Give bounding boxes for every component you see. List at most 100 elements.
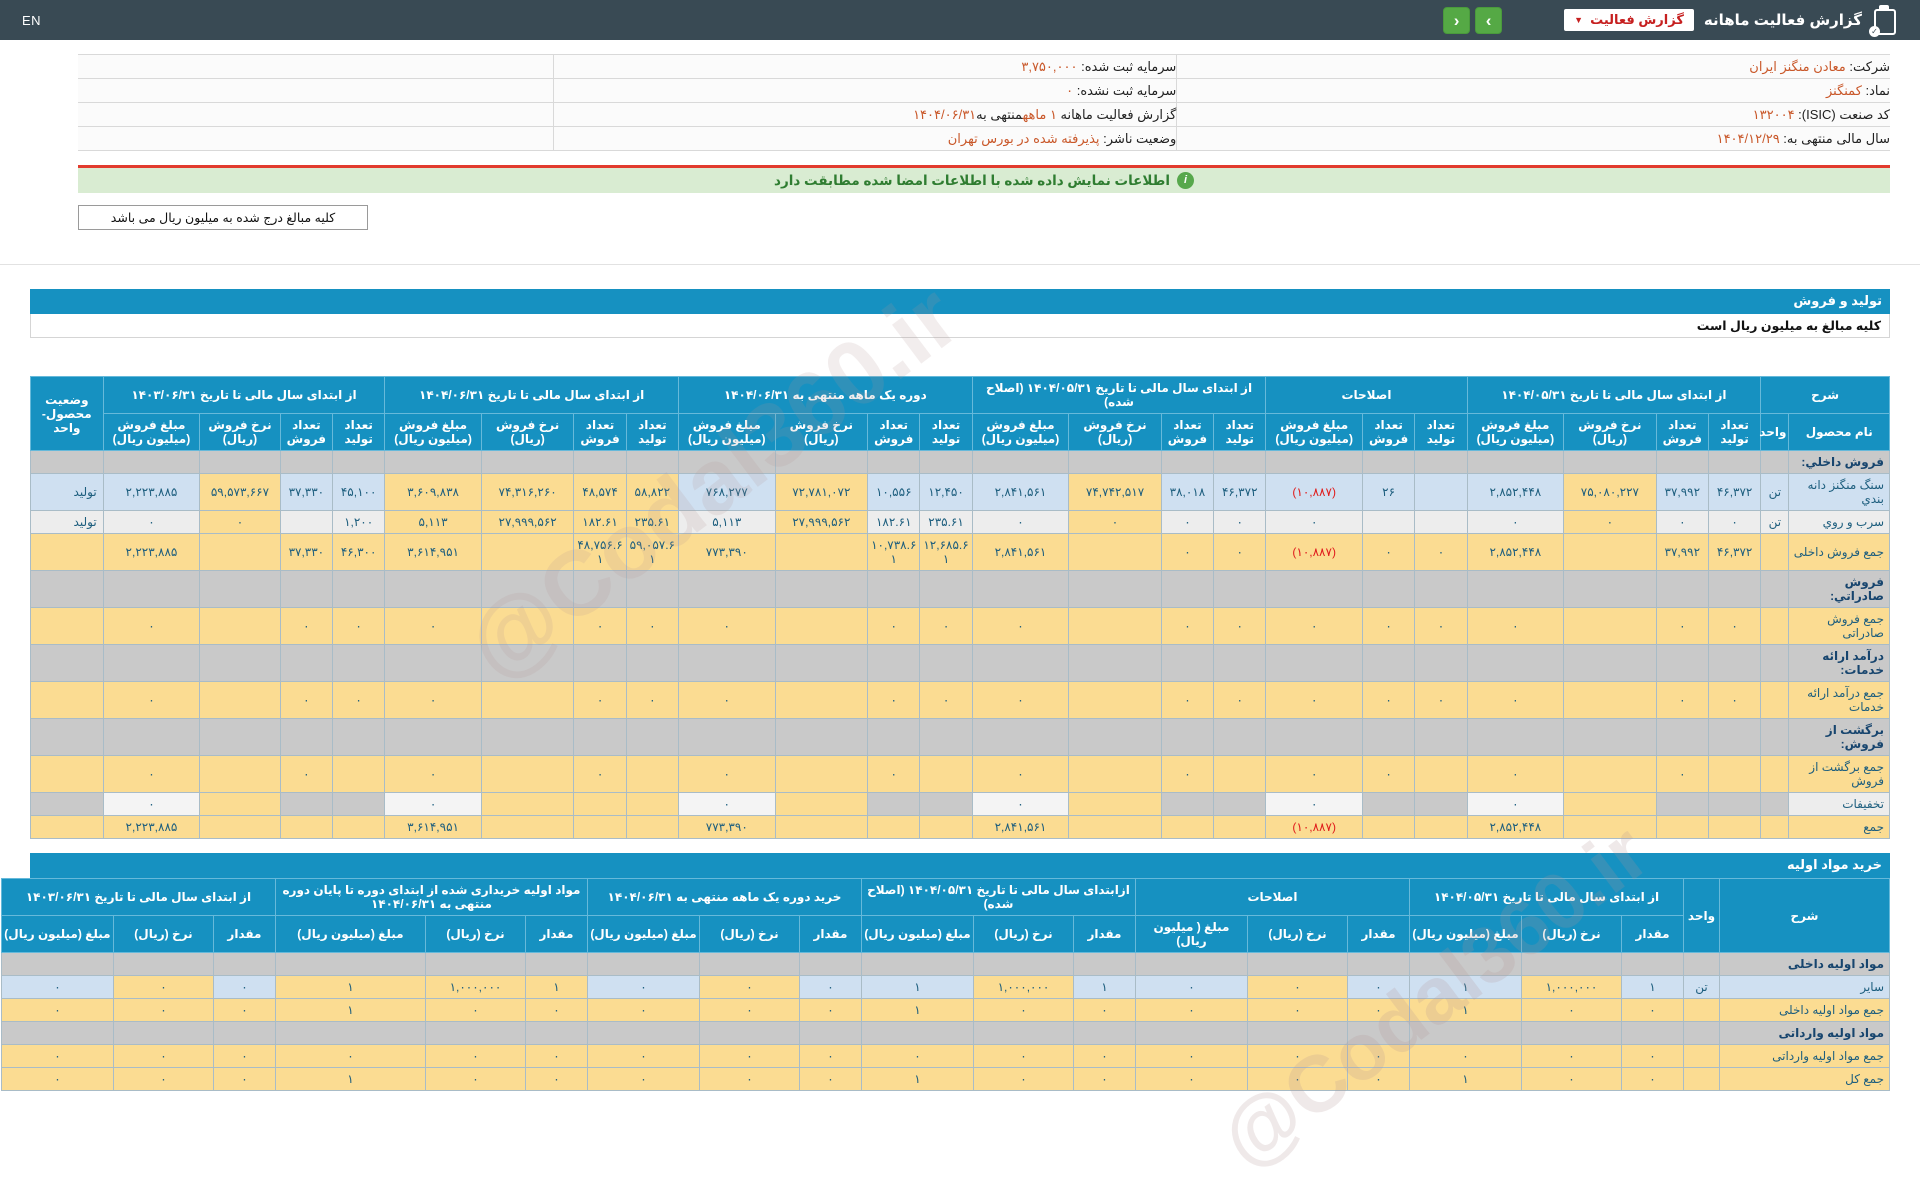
value-cell: ۰ [113,1045,213,1068]
info-value: کمنگنز [1826,83,1862,98]
value-cell: ۰ [1622,999,1684,1022]
value-cell [1564,816,1657,839]
value-cell [1415,645,1467,682]
value-cell: ۰ [1266,511,1363,534]
page-title: گزارش فعالیت ماهانه [1704,11,1862,29]
value-cell [385,451,482,474]
value-cell [775,645,868,682]
value-cell: ۱ [1410,999,1522,1022]
value-cell: ۰ [280,608,332,645]
value-cell [481,793,574,816]
language-switch-en[interactable]: EN [22,13,41,28]
value-cell: ۰ [972,608,1069,645]
amounts-unit-button[interactable]: کلیه مبالغ درج شده به میلیون ریال می باش… [78,205,368,230]
row-label: جمع برگشت از فروش [1789,756,1890,793]
column-group-header: مواد اولیه خریداری شده از ابتدای دوره تا… [275,879,587,916]
unit-cell [1684,953,1720,976]
column-header: مبلغ (میلیون ریال) [861,916,973,953]
value-cell: ۲۳۵.۶۱ [626,511,678,534]
unit-cell [1684,999,1720,1022]
value-cell [1161,571,1213,608]
value-cell [113,953,213,976]
report-type-dropdown[interactable]: گزارش فعالیت ▼ [1564,9,1694,31]
column-header: وضعیت محصول-واحد [31,377,104,451]
value-cell [1214,816,1266,839]
value-cell: ۰ [678,608,775,645]
value-cell [678,719,775,756]
value-cell: ۰ [1073,1068,1135,1091]
info-label: گزارش فعالیت ماهانه [1057,107,1176,122]
previous-report-button[interactable]: ‹ [1443,7,1470,34]
value-cell: ۱ [861,1068,973,1091]
value-cell [1415,816,1467,839]
value-cell [574,719,626,756]
value-cell: ۰ [280,682,332,719]
value-cell: ۲,۲۲۳,۸۸۵ [103,816,200,839]
value-cell: ۰ [1348,999,1410,1022]
column-header: مبلغ فروش (میلیون ریال) [1467,414,1564,451]
value-cell: ۰ [1467,793,1564,816]
value-cell: ۵۹,۵۷۳,۶۶۷ [200,474,280,511]
value-cell: ۱ [275,1068,425,1091]
value-cell [1564,608,1657,645]
value-cell: ۰ [1656,682,1708,719]
value-cell [920,451,972,474]
value-cell [868,645,920,682]
value-cell: ۰ [1410,1045,1522,1068]
value-cell [699,953,799,976]
value-cell: ۴۵,۱۰۰ [333,474,385,511]
value-cell [1410,953,1522,976]
value-cell [213,953,275,976]
value-cell: ۰ [1467,682,1564,719]
value-cell [1362,719,1414,756]
value-cell [972,571,1069,608]
next-report-button[interactable]: › [1475,7,1502,34]
column-header: مبلغ فروش (میلیون ریال) [972,414,1069,451]
value-cell: ۴۶,۳۷۲ [1708,474,1760,511]
product-status-cell [31,682,104,719]
value-cell [1564,571,1657,608]
unit-cell [1684,1022,1720,1045]
value-cell [385,719,482,756]
value-cell [1564,534,1657,571]
value-cell: ۰ [799,976,861,999]
value-cell: ۰ [1161,608,1213,645]
value-cell: ۷۴,۳۱۶,۲۶۰ [481,474,574,511]
value-cell [525,1022,587,1045]
value-cell [574,571,626,608]
value-cell [1161,719,1213,756]
value-cell: ۰ [103,511,200,534]
value-cell [1,1022,113,1045]
value-cell [200,645,280,682]
value-cell: ۱ [275,999,425,1022]
value-cell: ۰ [1708,511,1760,534]
value-cell [1564,645,1657,682]
value-cell [1362,571,1414,608]
row-label: جمع کل [1720,1068,1890,1091]
info-value: ۱۳۲۰۰۴ [1753,107,1795,122]
unit-cell: تن [1761,474,1789,511]
row-label: جمع مواد اولیه داخلی [1720,999,1890,1022]
column-header: نرخ فروش (ریال) [775,414,868,451]
value-cell: ۰ [799,1068,861,1091]
value-cell: ۰ [275,1045,425,1068]
row-label: برگشت از فروش: [1789,719,1890,756]
chevron-down-icon: ▼ [1574,15,1583,25]
value-cell [425,1022,525,1045]
unit-cell [1761,534,1789,571]
value-cell [275,1022,425,1045]
value-cell: ۰ [678,756,775,793]
value-cell: ۰ [1214,534,1266,571]
value-cell [200,608,280,645]
value-cell: ۳۷,۳۳۰ [280,534,332,571]
value-cell [1214,756,1266,793]
value-cell: ۰ [1135,1045,1247,1068]
table-row: جمع مواد اولیه داخلی۰۰۱۰۰۰۰۰۱۰۰۰۰۰۱۰۰۰ [1,999,1889,1022]
table-row: برگشت از فروش: [31,719,1890,756]
value-cell: ۰ [868,756,920,793]
column-header: تعداد تولید [920,414,972,451]
value-cell [481,719,574,756]
value-cell [1362,793,1414,816]
table-row: جمع کل۰۰۱۰۰۰۰۰۱۰۰۰۰۰۱۰۰۰ [1,1068,1889,1091]
value-cell: ۲,۸۵۲,۴۴۸ [1467,534,1564,571]
